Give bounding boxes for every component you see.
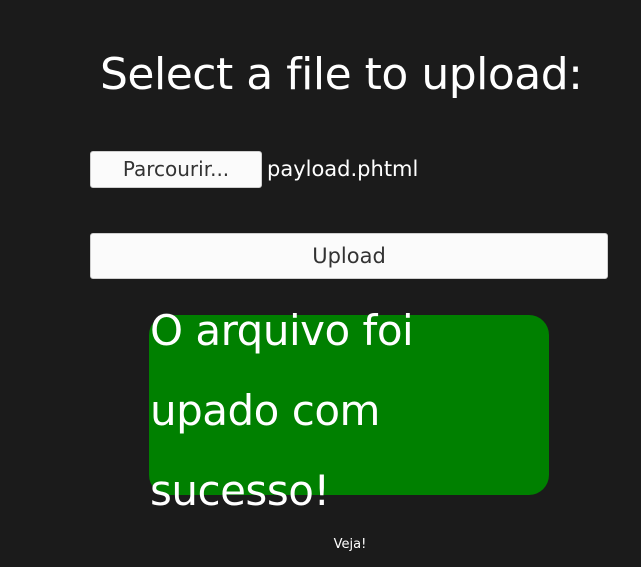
success-message: O arquivo foi upado com sucesso! [150,306,414,515]
view-file-link[interactable]: Veja! [0,537,641,552]
browse-button[interactable]: Parcourir... [90,150,262,188]
file-picker: Parcourir... payload.phtml [90,150,418,188]
selected-file-name: payload.phtml [267,157,419,181]
page-title: Select a file to upload: [100,49,583,100]
upload-button[interactable]: Upload [90,233,608,279]
upload-page: Select a file to upload: Parcourir... pa… [0,0,641,567]
